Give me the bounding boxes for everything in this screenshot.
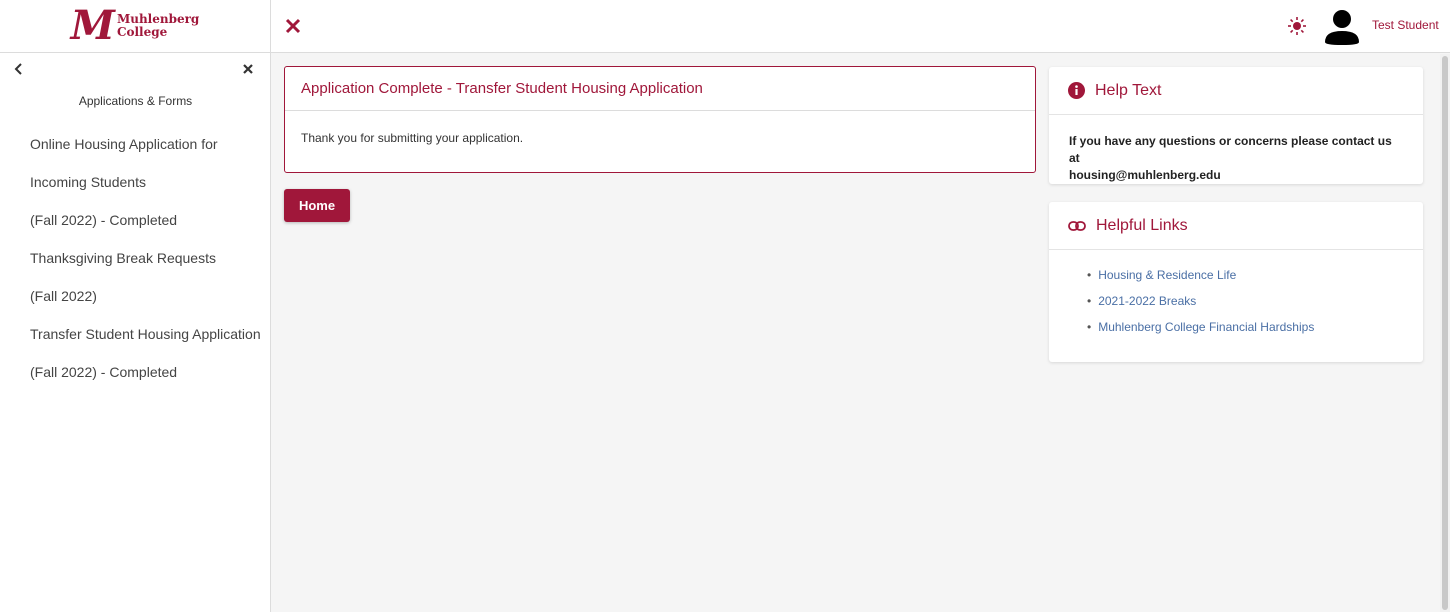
college-logo[interactable]: M Muhlenberg College xyxy=(0,0,270,53)
helpful-links-header: Helpful Links xyxy=(1049,202,1423,250)
close-icon[interactable] xyxy=(283,16,303,36)
user-name-link[interactable]: Test Student xyxy=(1372,18,1439,32)
link-financial-hardships[interactable]: Muhlenberg College Financial Hardships xyxy=(1098,320,1314,334)
help-text-line1: If you have any questions or concerns pl… xyxy=(1069,134,1392,165)
logo-m-icon: M xyxy=(70,2,115,49)
chevron-left-icon[interactable] xyxy=(12,62,26,76)
sidebar-item-transfer-line2[interactable]: (Fall 2022) - Completed xyxy=(30,354,270,392)
help-email: housing@muhlenberg.edu xyxy=(1069,168,1221,182)
sidebar-item-thanksgiving-line1[interactable]: Thanksgiving Break Requests xyxy=(30,240,270,278)
link-icon xyxy=(1068,220,1086,231)
page-scrollbar[interactable] xyxy=(1440,54,1450,612)
sidebar-title: Applications & Forms xyxy=(78,94,193,108)
card-body-text: Thank you for submitting your applicatio… xyxy=(301,131,524,145)
help-text-header: Help Text xyxy=(1049,67,1423,115)
sidebar-item-online-housing-line3[interactable]: (Fall 2022) - Completed xyxy=(30,202,270,240)
sidebar-item-transfer-line1[interactable]: Transfer Student Housing Application xyxy=(30,316,270,354)
close-sidebar-icon[interactable] xyxy=(241,62,255,76)
help-text-title: Help Text xyxy=(1095,81,1162,99)
helpful-links-list: Housing & Residence Life 2021-2022 Break… xyxy=(1049,250,1423,345)
list-item: 2021-2022 Breaks xyxy=(1087,293,1423,319)
scrollbar-thumb[interactable] xyxy=(1442,56,1448,610)
list-item: Muhlenberg College Financial Hardships xyxy=(1087,319,1423,345)
link-breaks[interactable]: 2021-2022 Breaks xyxy=(1098,294,1196,308)
home-button[interactable]: Home xyxy=(284,189,350,222)
link-housing-residence-life[interactable]: Housing & Residence Life xyxy=(1098,268,1236,282)
help-text-panel: Help Text If you have any questions or c… xyxy=(1049,67,1423,184)
logo-name-line2: College xyxy=(116,25,168,39)
theme-sun-icon[interactable] xyxy=(1287,16,1307,36)
card-title: Application Complete - Transfer Student … xyxy=(285,67,1035,111)
sidebar-list: Online Housing Application for Incoming … xyxy=(30,126,270,392)
info-icon xyxy=(1068,82,1085,99)
avatar-icon[interactable] xyxy=(1323,8,1361,46)
help-text-body: If you have any questions or concerns pl… xyxy=(1049,115,1423,202)
helpful-links-title: Helpful Links xyxy=(1096,216,1188,234)
sidebar-item-thanksgiving-line2[interactable]: (Fall 2022) xyxy=(30,278,270,316)
list-item: Housing & Residence Life xyxy=(1087,267,1423,293)
sidebar-item-online-housing-line2[interactable]: Incoming Students xyxy=(30,164,270,202)
sidebar-item-online-housing-line1[interactable]: Online Housing Application for xyxy=(30,126,270,164)
top-bar: Test Student xyxy=(271,0,1450,53)
application-complete-card: Application Complete - Transfer Student … xyxy=(284,66,1036,173)
sidebar: M Muhlenberg College Applications & Form… xyxy=(0,0,271,612)
helpful-links-panel: Helpful Links Housing & Residence Life 2… xyxy=(1049,202,1423,362)
